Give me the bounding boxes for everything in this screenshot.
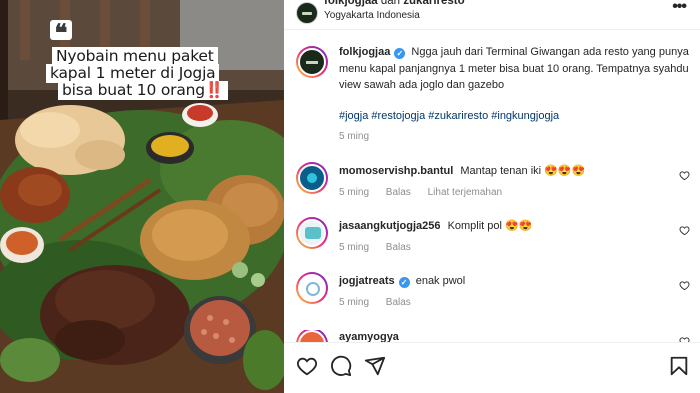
comment-username[interactable]: momoservishp.bantul	[339, 165, 453, 177]
like-comment-heart-icon[interactable]	[679, 170, 690, 181]
comment-item: jasaangkutjogja256 Komplit pol 😍😍 5 ming…	[284, 217, 700, 269]
double-exclamation-icon: ‼️	[204, 81, 224, 99]
post-action-bar	[284, 342, 700, 393]
comment-avatar[interactable]	[296, 330, 328, 342]
collab-separator: dan	[380, 0, 401, 7]
comment-meta: 5 ming Balas	[339, 242, 425, 253]
collab-username[interactable]: zukariresto	[403, 0, 464, 7]
comment-icon[interactable]	[330, 355, 352, 377]
comment-avatar[interactable]	[296, 162, 328, 194]
like-comment-heart-icon[interactable]	[679, 225, 690, 236]
caption-hashtags[interactable]: #jogja #restojogja #zukariresto #ingkung…	[339, 110, 559, 122]
comment-time: 5 ming	[339, 242, 370, 253]
comment-username[interactable]: jogjatreats	[339, 275, 395, 287]
comment-item: jogjatreats ✓ enak pwol 5 ming Balas	[284, 272, 700, 324]
reply-button[interactable]: Balas	[386, 187, 411, 198]
comment-username[interactable]: ayamyogya	[339, 331, 399, 342]
post-author-line: folkjogjaa dan zukariresto	[324, 0, 465, 7]
caption-avatar[interactable]	[296, 46, 328, 78]
comment-username[interactable]: jasaangkutjogja256	[339, 220, 441, 232]
quote-icon: ❝	[50, 20, 72, 46]
author-username[interactable]: folkjogjaa	[324, 0, 378, 7]
reply-button[interactable]: Balas	[386, 297, 411, 308]
bookmark-icon[interactable]	[668, 355, 690, 377]
comment-body: ayamyogya	[339, 330, 659, 342]
comment-item: ayamyogya	[284, 330, 700, 342]
comment-text: Mantap tenan iki 😍😍😍	[460, 165, 586, 177]
more-horizontal-icon[interactable]: •••	[672, 0, 687, 16]
reply-button[interactable]: Balas	[386, 242, 411, 253]
comment-body: jasaangkutjogja256 Komplit pol 😍😍	[339, 219, 659, 234]
caption-text: Ngga jauh dari Terminal Giwangan ada res…	[339, 46, 689, 91]
comment-body: momoservishp.bantul Mantap tenan iki 😍😍😍	[339, 164, 659, 179]
verified-badge-icon: ✓	[398, 277, 410, 288]
caption-username[interactable]: folkjogjaa	[339, 46, 390, 58]
caption-body: folkjogjaa ✓ Ngga jauh dari Terminal Giwa…	[339, 44, 689, 94]
comment-avatar[interactable]	[296, 272, 328, 304]
verified-badge-icon: ✓	[394, 48, 406, 59]
comment-item: momoservishp.bantul Mantap tenan iki 😍😍😍…	[284, 162, 700, 214]
comment-text: Komplit pol 😍😍	[447, 220, 533, 232]
translate-button[interactable]: Lihat terjemahan	[428, 187, 503, 198]
like-comment-heart-icon[interactable]	[679, 280, 690, 291]
post-location[interactable]: Yogyakarta Indonesia	[324, 10, 420, 21]
overlay-text-line-3: bisa buat 10 orang‼️	[58, 81, 228, 100]
comment-text: enak pwol	[415, 275, 466, 287]
comment-body: jogjatreats ✓ enak pwol	[339, 274, 659, 289]
post-details-panel: folkjogjaa dan zukariresto Yogyakarta In…	[284, 0, 700, 393]
comment-meta: 5 ming Balas	[339, 297, 425, 308]
heart-icon[interactable]	[296, 355, 318, 377]
comment-time: 5 ming	[339, 297, 370, 308]
comment-meta: 5 ming Balas Lihat terjemahan	[339, 187, 516, 198]
post-media[interactable]: ❝ Nyobain menu paket kapal 1 meter di Jo…	[0, 0, 284, 393]
overlay-text-line-3-label: bisa buat 10 orang	[62, 81, 205, 99]
comment-time: 5 ming	[339, 187, 370, 198]
caption-time: 5 ming	[339, 131, 370, 142]
author-avatar[interactable]	[296, 2, 318, 24]
post-header: folkjogjaa dan zukariresto Yogyakarta In…	[284, 0, 700, 30]
comment-avatar[interactable]	[296, 217, 328, 249]
share-icon[interactable]	[364, 355, 386, 377]
